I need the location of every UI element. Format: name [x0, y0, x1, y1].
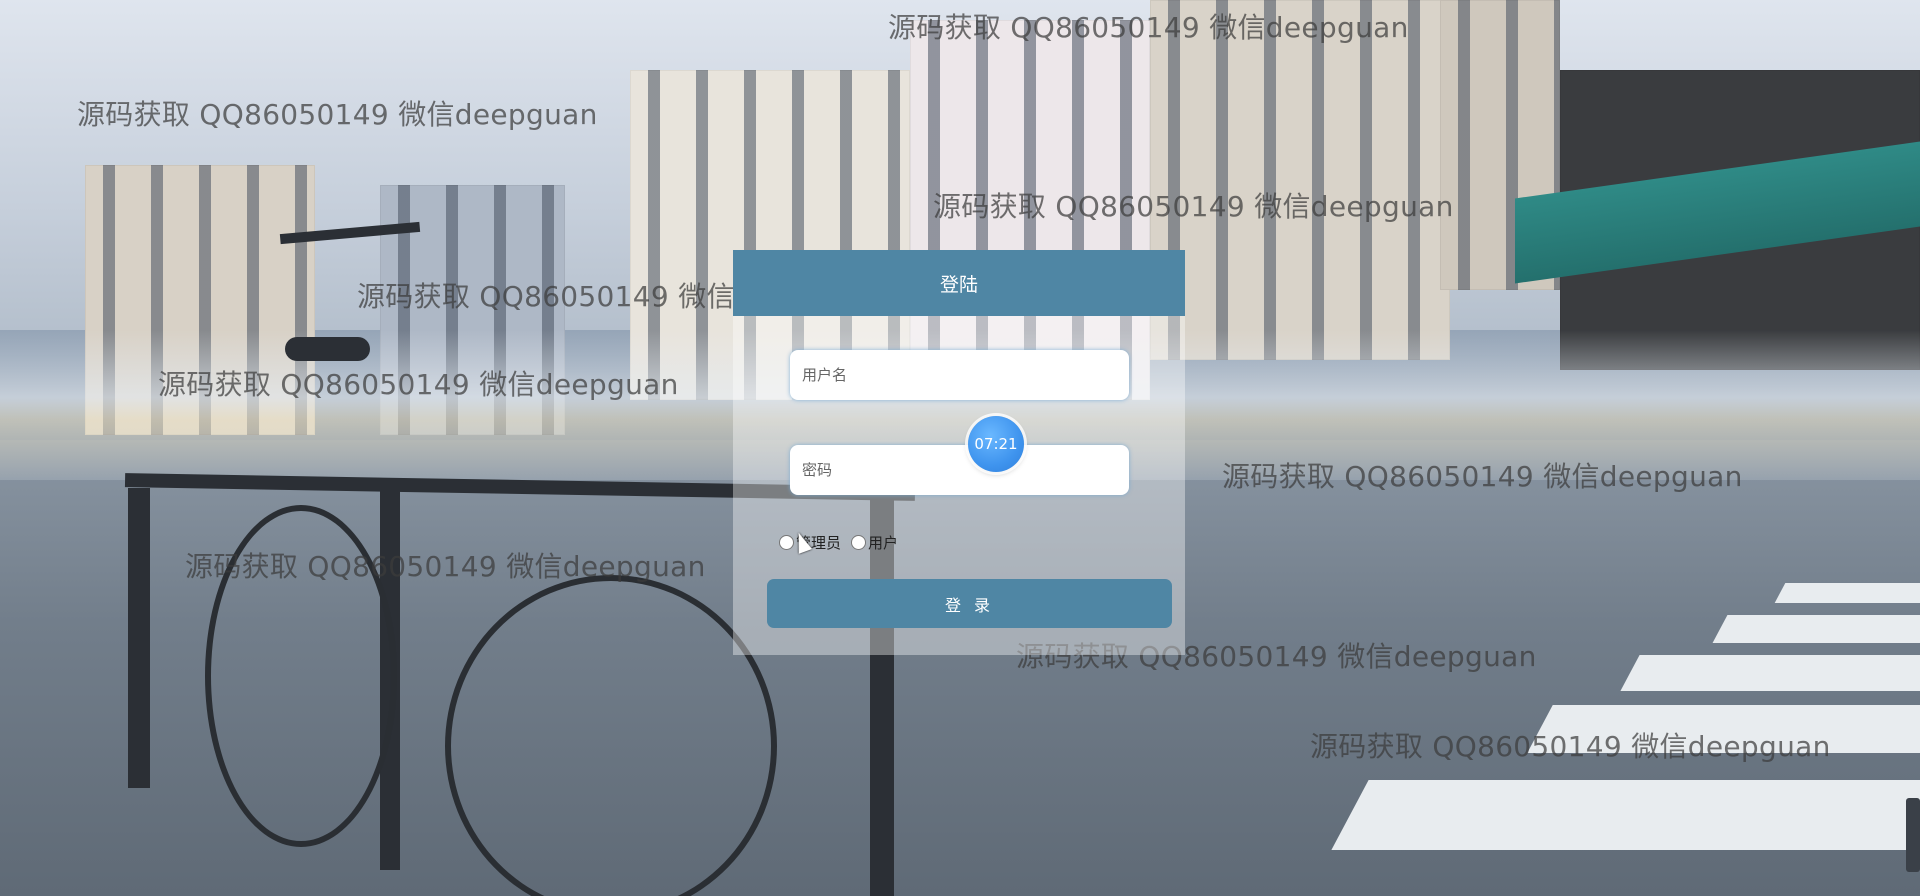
- watermark: 源码获取 QQ86050149 微信deepguan: [1310, 730, 1831, 763]
- login-panel-title: 登陆: [733, 250, 1185, 316]
- watermark: 源码获取 QQ86050149 微信deepguan: [1222, 460, 1743, 493]
- role-radio-admin[interactable]: [779, 535, 794, 550]
- login-panel: 登陆 管理员 用户 登 录: [733, 250, 1185, 655]
- password-input[interactable]: [790, 445, 1129, 495]
- role-radio-user[interactable]: [851, 535, 867, 550]
- clock-badge: 07:21: [968, 416, 1024, 472]
- side-scroll-handle[interactable]: [1906, 798, 1920, 872]
- login-button[interactable]: 登 录: [767, 579, 1172, 628]
- watermark: 源码获取 QQ86050149 微信deepguan: [158, 368, 679, 401]
- watermark: 源码获取 QQ86050149 微信deepguan: [933, 190, 1454, 223]
- role-label-user: 用户: [868, 534, 899, 552]
- watermark: 源码获取 QQ86050149 微信deepguan: [77, 98, 598, 131]
- username-input[interactable]: [790, 350, 1129, 400]
- watermark: 源码获取 QQ86050149 微信deepguan: [888, 11, 1409, 44]
- watermark: 源码获取 QQ86050149 微信deepguan: [185, 550, 706, 583]
